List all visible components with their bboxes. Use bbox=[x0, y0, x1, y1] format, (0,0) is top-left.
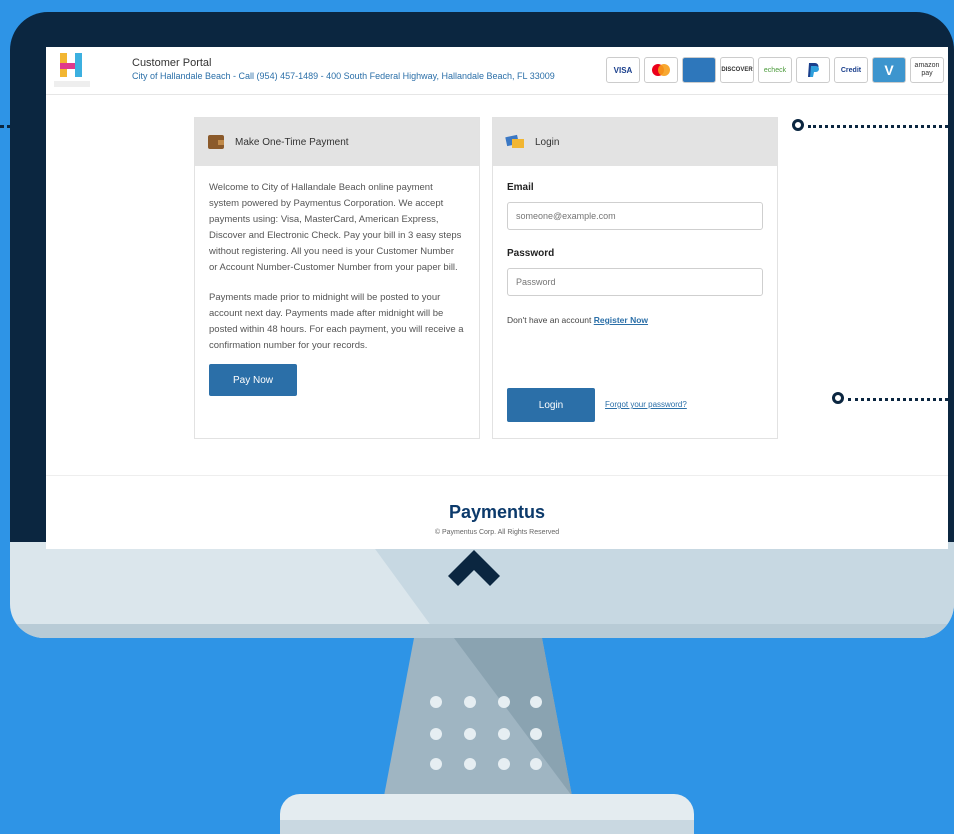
payment-intro-text: Welcome to City of Hallandale Beach onli… bbox=[209, 182, 462, 273]
browser-screen: Customer Portal City of Hallandale Beach… bbox=[46, 47, 948, 549]
echeck-icon: echeck bbox=[758, 57, 792, 83]
stand-vent-dots bbox=[430, 696, 550, 776]
visa-card-icon: VISA bbox=[606, 57, 640, 83]
portal-footer: Paymentus © Paymentus Corp. All Rights R… bbox=[46, 475, 948, 549]
login-cards-icon bbox=[505, 134, 524, 148]
callout-line-right-top bbox=[808, 125, 954, 128]
paypal-credit-icon: Credit bbox=[834, 57, 868, 83]
callout-line-right-bottom bbox=[848, 398, 954, 401]
pay-now-button[interactable]: Pay Now bbox=[209, 364, 297, 396]
callout-ring-right-bottom bbox=[832, 392, 844, 404]
payment-panel-title: Make One-Time Payment bbox=[235, 136, 349, 148]
chevron-up-icon bbox=[448, 550, 500, 586]
forgot-password-link[interactable]: Forgot your password? bbox=[605, 397, 687, 413]
no-account-text: Don't have an account bbox=[507, 315, 592, 325]
register-prompt: Don't have an account Register Now bbox=[507, 312, 763, 328]
portal-subtitle: City of Hallandale Beach - Call (954) 45… bbox=[132, 71, 555, 81]
mastercard-icon bbox=[644, 57, 678, 83]
register-now-link[interactable]: Register Now bbox=[594, 315, 648, 325]
email-label: Email bbox=[507, 182, 534, 193]
portal-title: Customer Portal bbox=[132, 57, 212, 69]
accepted-payment-methods: VISA DISCOVER echeck Credit V amazon pay bbox=[606, 57, 944, 83]
amex-card-icon bbox=[682, 57, 716, 83]
callout-ring-right-top bbox=[792, 119, 804, 131]
one-time-payment-panel: Make One-Time Payment Welcome to City of… bbox=[194, 117, 480, 439]
amazon-pay-icon: amazon pay bbox=[910, 57, 944, 83]
login-panel: Login Email Password Don't have an accou… bbox=[492, 117, 778, 439]
hallandale-logo-icon bbox=[54, 53, 90, 87]
discover-card-icon: DISCOVER bbox=[720, 57, 754, 83]
footer-copyright: © Paymentus Corp. All Rights Reserved bbox=[434, 529, 560, 536]
paymentus-logo: Paymentus bbox=[448, 502, 546, 522]
venmo-icon: V bbox=[872, 57, 906, 83]
login-panel-title: Login bbox=[535, 136, 560, 148]
paypal-icon bbox=[796, 57, 830, 83]
password-field[interactable] bbox=[507, 268, 763, 296]
portal-header: Customer Portal City of Hallandale Beach… bbox=[46, 47, 948, 95]
monitor: Customer Portal City of Hallandale Beach… bbox=[10, 12, 954, 638]
payment-posting-text: Payments made prior to midnight will be … bbox=[209, 292, 464, 351]
password-label: Password bbox=[507, 248, 555, 259]
wallet-icon bbox=[208, 135, 224, 149]
email-field[interactable] bbox=[507, 202, 763, 230]
login-button[interactable]: Login bbox=[507, 388, 595, 422]
